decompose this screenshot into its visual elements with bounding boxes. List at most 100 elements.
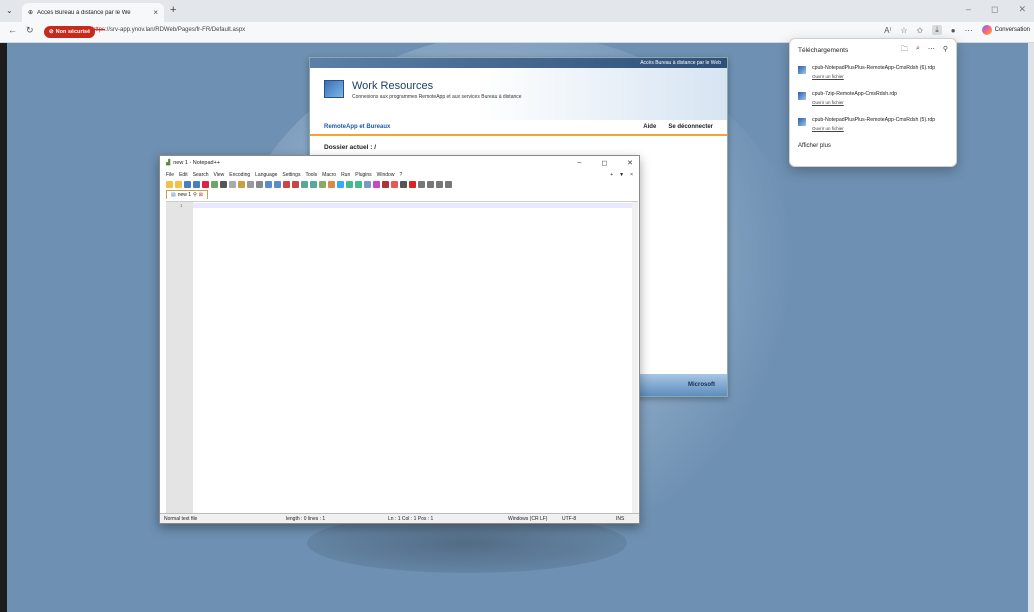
toolbar-button-icon[interactable] — [328, 180, 335, 188]
toolbar-button-icon[interactable] — [427, 180, 434, 188]
toolbar-button-icon[interactable] — [436, 180, 443, 188]
download-item[interactable]: cpub-NotepadPlusPlus-RemoteApp-CmsRdsh (… — [790, 113, 956, 139]
downloads-icon[interactable]: ⤓ — [932, 25, 942, 35]
menu-item[interactable]: File — [166, 172, 174, 178]
notepad-titlebar: ▟ new 1 - Notepad++ – ◻ ✕ — [160, 156, 639, 170]
menu-item[interactable]: Encoding — [229, 172, 250, 178]
notepad-maximize-icon[interactable]: ◻ — [601, 159, 607, 167]
close-window-icon[interactable]: ✕ — [1018, 4, 1026, 15]
status-filetype: Normal text file — [164, 516, 198, 522]
toolbar-button-icon[interactable] — [256, 180, 263, 188]
toolbar-button-icon[interactable] — [247, 180, 254, 188]
copilot-button[interactable]: Conversation — [981, 25, 1030, 35]
new-tab-button[interactable]: + — [170, 4, 176, 16]
menu-item[interactable]: Edit — [179, 172, 188, 178]
toolbar-button-icon[interactable] — [391, 180, 398, 188]
pin-icon[interactable]: ⚲ — [193, 192, 197, 198]
toolbar-button-icon[interactable] — [418, 180, 425, 188]
status-length: length : 0 lines : 1 — [286, 516, 326, 522]
notepad-doc-tab[interactable]: ▤ new 1 ⚲ ⊠ — [166, 190, 208, 199]
open-file-link[interactable]: Ouvrir un fichier — [812, 74, 935, 79]
menu-item[interactable]: Tools — [305, 172, 317, 178]
notepad-close-icon[interactable]: ✕ — [627, 159, 633, 167]
toolbar-button-icon[interactable] — [283, 180, 290, 188]
open-folder-icon[interactable]: 🗀 — [901, 45, 908, 56]
notepad-minimize-icon[interactable]: – — [577, 159, 581, 167]
toolbar-button-icon[interactable] — [166, 180, 173, 188]
close-doc-icon[interactable]: ⊠ — [199, 192, 203, 198]
menu-item[interactable]: Search — [193, 172, 209, 178]
toolbar-button-icon[interactable] — [355, 180, 362, 188]
favorites-icon[interactable]: ✩ — [917, 26, 924, 35]
toolbar-button-icon[interactable] — [409, 180, 416, 188]
line-gutter: 1 — [166, 202, 193, 513]
toolbar-button-icon[interactable] — [292, 180, 299, 188]
menu-item[interactable]: ? — [399, 172, 402, 178]
more-options-icon[interactable]: ⋯ — [928, 45, 935, 56]
toolbar-button-icon[interactable] — [202, 180, 209, 188]
rdp-file-icon — [798, 118, 806, 126]
toolbar-button-icon[interactable] — [238, 180, 245, 188]
toolbar-button-icon[interactable] — [364, 180, 371, 188]
profile-icon[interactable]: ● — [951, 26, 956, 35]
search-icon[interactable]: ⌕ — [916, 45, 920, 56]
nav-logout[interactable]: Se déconnecter — [668, 124, 713, 130]
toolbar-button-icon[interactable] — [229, 180, 236, 188]
toolbar-button-icon[interactable] — [445, 180, 452, 188]
show-more-link[interactable]: Afficher plus — [790, 139, 956, 153]
menu-item[interactable]: Run — [341, 172, 350, 178]
downloads-title: Téléchargements — [798, 46, 849, 54]
menu-right-item[interactable]: × — [630, 172, 633, 178]
toolbar-button-icon[interactable] — [211, 180, 218, 188]
toolbar-button-icon[interactable] — [346, 180, 353, 188]
menu-item[interactable]: Window — [377, 172, 395, 178]
open-file-link[interactable]: Ouvrir un fichier — [812, 100, 897, 105]
downloads-header: Téléchargements 🗀 ⌕ ⋯ ⚲ — [790, 39, 956, 61]
refresh-icon[interactable]: ↻ — [26, 25, 34, 36]
browser-tab[interactable]: ⊕ Accès Bureau à distance par le We × — [22, 3, 164, 22]
close-tab-icon[interactable]: × — [153, 8, 158, 17]
toolbar-button-icon[interactable] — [373, 180, 380, 188]
toolbar-button-icon[interactable] — [310, 180, 317, 188]
read-aloud-icon[interactable]: A⁾ — [884, 26, 891, 35]
notepad-menubar: File Edit Search View Encoding Language Settin… — [160, 170, 639, 179]
status-position: Ln : 1 Col : 1 Pos : 1 — [388, 516, 434, 522]
toolbar-button-icon[interactable] — [274, 180, 281, 188]
security-badge[interactable]: ⊘ Non sécurisé — [44, 26, 96, 38]
tab-actions-icon[interactable]: ⌄ — [6, 6, 13, 15]
menu-right-item[interactable]: ▼ — [619, 172, 624, 178]
nav-remoteapp[interactable]: RemoteApp et Bureaux — [324, 124, 390, 130]
rdp-file-icon — [798, 92, 806, 100]
current-line-highlight — [193, 203, 632, 208]
menu-item[interactable]: Macro — [322, 172, 336, 178]
nav-help[interactable]: Aide — [643, 124, 656, 130]
toolbar-button-icon[interactable] — [175, 180, 182, 188]
toolbar-button-icon[interactable] — [319, 180, 326, 188]
url-field[interactable]: https://srv-app.ynov.lan/RDWeb/Pages/fr-… — [92, 27, 245, 33]
toolbar-button-icon[interactable] — [400, 180, 407, 188]
download-item[interactable]: cpub-NotepadPlusPlus-RemoteApp-CmsRdsh (… — [790, 61, 956, 87]
menu-item[interactable]: Plugins — [355, 172, 371, 178]
menu-item[interactable]: View — [214, 172, 225, 178]
toolbar-button-icon[interactable] — [382, 180, 389, 188]
download-item[interactable]: cpub-7zip-RemoteApp-CmsRdsh.rdp Ouvrir un… — [790, 87, 956, 113]
more-icon[interactable]: ⋯ — [965, 26, 973, 35]
notepad-tabbar: ▤ new 1 ⚲ ⊠ — [160, 189, 639, 199]
menu-item[interactable]: Language — [255, 172, 277, 178]
back-icon[interactable]: ← — [8, 25, 17, 35]
toolbar-button-icon[interactable] — [265, 180, 272, 188]
vertical-scrollbar[interactable] — [632, 202, 638, 513]
toolbar-button-icon[interactable] — [193, 180, 200, 188]
toolbar-button-icon[interactable] — [337, 180, 344, 188]
editor-area[interactable]: 1 — [166, 201, 638, 513]
favorite-icon[interactable]: ☆ — [900, 26, 907, 35]
toolbar-button-icon[interactable] — [301, 180, 308, 188]
menu-item[interactable]: Settings — [282, 172, 300, 178]
pin-panel-icon[interactable]: ⚲ — [943, 45, 948, 56]
restore-icon[interactable]: ◻ — [991, 4, 998, 15]
menu-right-item[interactable]: + — [610, 172, 613, 178]
minimize-icon[interactable]: – — [966, 4, 971, 15]
toolbar-button-icon[interactable] — [184, 180, 191, 188]
toolbar-button-icon[interactable] — [220, 180, 227, 188]
open-file-link[interactable]: Ouvrir un fichier — [812, 126, 935, 131]
